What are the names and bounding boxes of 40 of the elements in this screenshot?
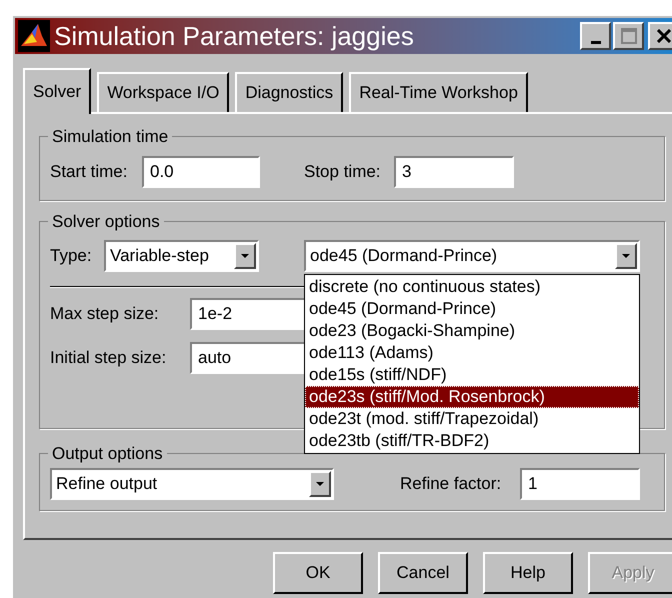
dropdown-option[interactable]: ode23tb (stiff/TR-BDF2) [305,430,639,452]
dropdown-arrow-button[interactable] [309,471,331,497]
dialog-button[interactable]: Cancel [378,552,468,594]
solver-type-dropdown[interactable]: Variable-step [104,240,259,272]
start-time-field[interactable]: 0.0 [142,156,260,188]
tab[interactable]: Real-Time Workshop [349,72,528,112]
group-title: Simulation time [51,126,170,148]
field-label: Stop time: [304,160,382,183]
dialog-button[interactable]: Help [483,552,573,594]
field-label: Max step size: [50,303,160,326]
solver-dropdown[interactable]: ode45 (Dormand-Prince) [304,240,640,272]
field-label: Refine factor: [400,473,502,496]
close-icon [656,29,670,43]
close-button[interactable] [648,22,672,50]
dropdown-option[interactable]: ode23t (mod. stiff/Trapezoidal) [305,408,639,430]
caret-icon [316,482,324,486]
maximize-icon [620,28,636,44]
dropdown-option[interactable]: ode23s (stiff/Mod. Rosenbrock) [305,386,639,408]
group-title: Solver options [51,210,161,232]
caret-icon [622,254,630,258]
stop-time-field[interactable]: 3 [394,156,514,188]
field-label: Initial step size: [50,347,168,370]
window-title: Simulation Parameters: jaggies [54,20,414,52]
maximize-button[interactable] [613,22,644,50]
tab[interactable]: Workspace I/O [97,72,230,112]
minimize-button[interactable] [580,22,611,50]
dialog-button[interactable]: OK [273,552,363,594]
field-label: Start time: [50,160,128,183]
caret-icon [241,254,249,258]
field-label: Type: [50,245,93,268]
refine-factor-field[interactable]: 1 [520,468,640,500]
tab[interactable]: Solver [23,68,92,114]
minimize-icon [590,41,600,44]
output-mode-dropdown[interactable]: Refine output [50,468,334,500]
dropdown-arrow-button[interactable] [234,243,256,269]
dropdown-option[interactable]: discrete (no continuous states) [305,276,639,298]
app-logo-icon [18,20,50,52]
dropdown-arrow-button[interactable] [615,243,637,269]
tab[interactable]: Diagnostics [235,72,344,112]
group-title: Output options [51,442,164,464]
